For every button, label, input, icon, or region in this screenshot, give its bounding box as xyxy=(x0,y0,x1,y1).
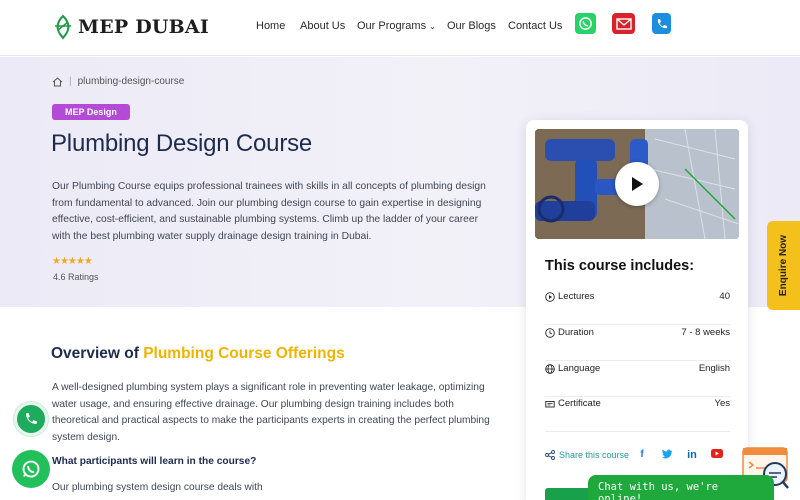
course-row-language: Language English xyxy=(545,363,730,397)
logo[interactable]: MEP DUBAI xyxy=(52,14,209,40)
course-row-certificate: Certificate Yes xyxy=(545,398,730,432)
share-icon xyxy=(545,450,555,460)
chevron-down-icon: ⌄ xyxy=(429,22,436,31)
lectures-label: Lectures xyxy=(558,291,595,302)
overview-paragraph-2: Our plumbing system design course deals … xyxy=(52,482,263,493)
course-includes-title: This course includes: xyxy=(545,258,695,274)
share-label: Share this course xyxy=(559,450,630,460)
duration-value: 7 - 8 weeks xyxy=(681,327,730,338)
page-title: Plumbing Design Course xyxy=(51,130,313,157)
breadcrumb-current: plumbing-design-course xyxy=(77,76,185,87)
logo-text: MEP DUBAI xyxy=(78,16,209,38)
overview-paragraph: A well-designed plumbing system plays a … xyxy=(52,382,490,443)
logo-icon xyxy=(55,14,71,40)
nav-our-programs-label: Our Programs xyxy=(357,20,427,32)
home-icon[interactable] xyxy=(52,76,63,87)
call-button[interactable] xyxy=(14,402,48,436)
youtube-icon[interactable] xyxy=(711,449,723,461)
nav-our-programs[interactable]: Our Programs ⌄ xyxy=(357,20,436,32)
overview-heading: Overview of Plumbing Course Offerings xyxy=(51,345,345,363)
course-row-lectures: Lectures 40 xyxy=(545,291,730,325)
site-header: MEP DUBAI Home About Us Our Programs ⌄ Ou… xyxy=(0,0,800,56)
enquire-now-tab[interactable]: Enquire Now xyxy=(767,221,800,310)
certificate-value: Yes xyxy=(714,398,731,409)
certificate-icon xyxy=(545,401,555,408)
facebook-icon[interactable]: f xyxy=(636,449,648,461)
breadcrumb-separator: | xyxy=(69,76,72,87)
breadcrumb: | plumbing-design-course xyxy=(52,76,184,87)
lectures-value: 40 xyxy=(719,291,730,302)
linkedin-icon[interactable]: in xyxy=(686,449,698,461)
phone-icon[interactable] xyxy=(652,13,671,34)
course-row-duration: Duration 7 - 8 weeks xyxy=(545,327,730,361)
duration-label: Duration xyxy=(558,327,594,338)
enquire-now-label: Enquire Now xyxy=(778,234,789,297)
whatsapp-button[interactable] xyxy=(12,450,50,488)
play-button[interactable] xyxy=(615,162,659,206)
language-value: English xyxy=(698,363,730,374)
nav-home[interactable]: Home xyxy=(256,20,285,32)
overview-heading-prefix: Overview of xyxy=(51,345,139,362)
certificate-label: Certificate xyxy=(558,398,601,409)
nav-contact-us[interactable]: Contact Us xyxy=(508,20,562,32)
mail-icon[interactable] xyxy=(612,13,635,34)
learn-question: What participants will learn in the cour… xyxy=(52,456,257,467)
twitter-icon[interactable] xyxy=(661,449,673,461)
whatsapp-icon xyxy=(22,460,40,478)
phone-icon xyxy=(26,413,37,424)
category-tag: MEP Design xyxy=(52,104,130,120)
live-chat-bar[interactable]: Chat with us, we're online! xyxy=(588,475,774,500)
clock-icon xyxy=(545,328,555,338)
overview-heading-highlight: Plumbing Course Offerings xyxy=(143,345,345,362)
globe-icon xyxy=(545,364,555,374)
nav-our-blogs[interactable]: Our Blogs xyxy=(447,20,496,32)
play-icon xyxy=(632,177,643,191)
nav-about-us[interactable]: About Us xyxy=(300,20,345,32)
whatsapp-icon[interactable] xyxy=(575,13,596,34)
rating-stars: ★★★★★ xyxy=(52,256,93,267)
share-course[interactable]: Share this course xyxy=(545,450,629,460)
language-label: Language xyxy=(558,363,601,374)
course-description: Our Plumbing Course equips professional … xyxy=(52,181,486,242)
play-circle-icon xyxy=(545,292,555,302)
ratings-label: 4.6 Ratings xyxy=(53,272,99,282)
